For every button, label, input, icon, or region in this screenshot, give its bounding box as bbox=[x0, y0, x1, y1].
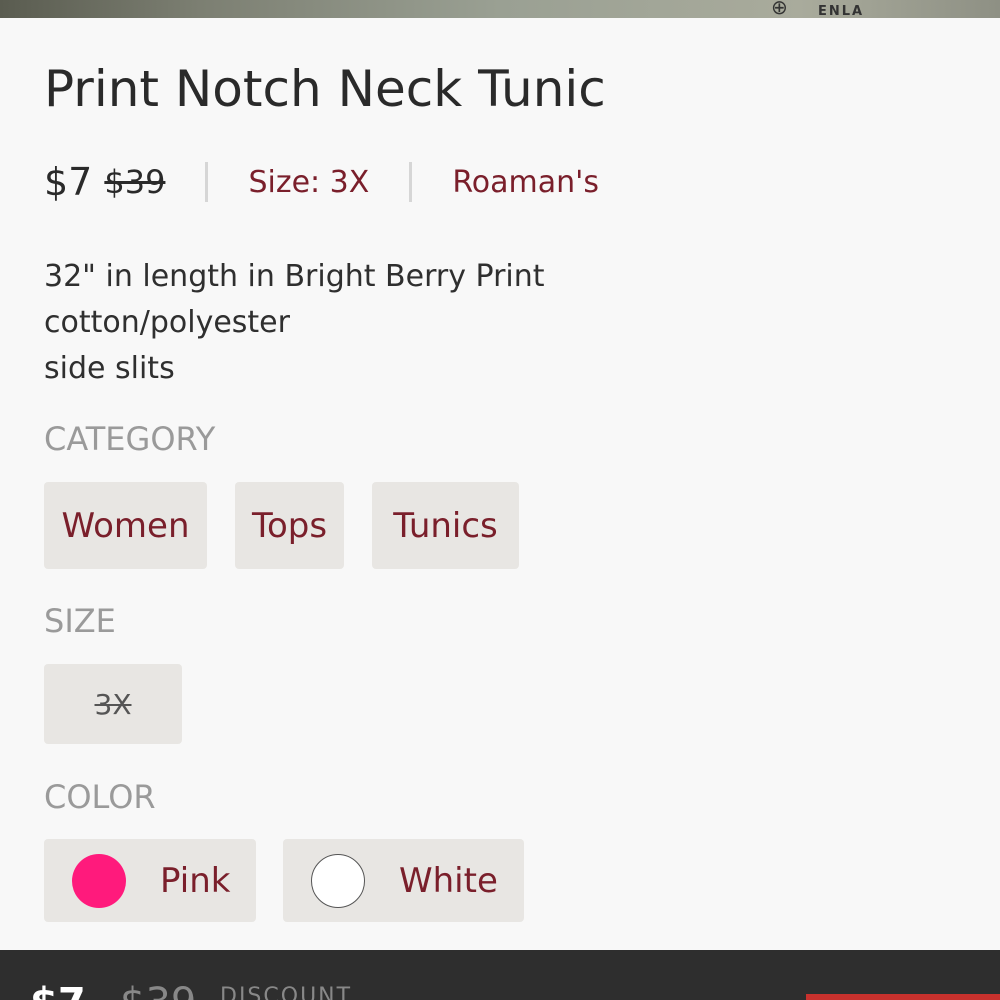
description-line: cotton/polyester bbox=[44, 305, 290, 340]
plus-circle-icon[interactable]: ⊕ bbox=[771, 0, 801, 18]
bottom-original-price: $39 bbox=[120, 980, 196, 1000]
size-chip-3x[interactable]: 3X bbox=[44, 664, 182, 744]
bottom-purchase-bar: $7 $39 DISCOUNT bbox=[0, 950, 1000, 1000]
brand-link[interactable]: Roaman's bbox=[452, 165, 599, 200]
product-description: 32" in length in Bright Berry Print cott… bbox=[44, 254, 545, 392]
description-line: 32" in length in Bright Berry Print bbox=[44, 259, 545, 294]
divider bbox=[205, 162, 209, 202]
pink-swatch bbox=[72, 853, 126, 908]
sale-price: $7 bbox=[44, 160, 93, 204]
product-details-sheet: Print Notch Neck Tunic $7 $39 Size: 3X R… bbox=[0, 18, 1000, 950]
size-heading: SIZE bbox=[44, 602, 116, 640]
product-meta-row: $7 $39 Size: 3X Roaman's bbox=[44, 158, 599, 206]
category-heading: CATEGORY bbox=[44, 420, 216, 458]
category-chip-tunics[interactable]: Tunics bbox=[372, 482, 519, 569]
enlarge-label[interactable]: ENLA bbox=[818, 4, 864, 18]
buy-button[interactable] bbox=[806, 994, 1000, 1000]
category-chip-women[interactable]: Women bbox=[44, 482, 207, 569]
color-chip-white[interactable]: White bbox=[283, 839, 524, 922]
category-chip-tops[interactable]: Tops bbox=[235, 482, 344, 569]
description-line: side slits bbox=[44, 351, 175, 386]
color-name: Pink bbox=[160, 860, 231, 901]
white-swatch bbox=[311, 853, 365, 908]
original-price: $39 bbox=[104, 163, 166, 201]
bottom-sale-price: $7 bbox=[30, 980, 86, 1000]
bottom-discount-label: DISCOUNT bbox=[220, 984, 353, 1000]
product-title: Print Notch Neck Tunic bbox=[44, 60, 606, 118]
color-name: White bbox=[399, 860, 498, 901]
top-image-strip: ⊕ ENLA bbox=[0, 0, 1000, 18]
divider bbox=[409, 162, 413, 202]
size-meta-link[interactable]: Size: 3X bbox=[248, 165, 369, 200]
color-chip-pink[interactable]: Pink bbox=[44, 839, 256, 922]
color-heading: COLOR bbox=[44, 778, 156, 816]
